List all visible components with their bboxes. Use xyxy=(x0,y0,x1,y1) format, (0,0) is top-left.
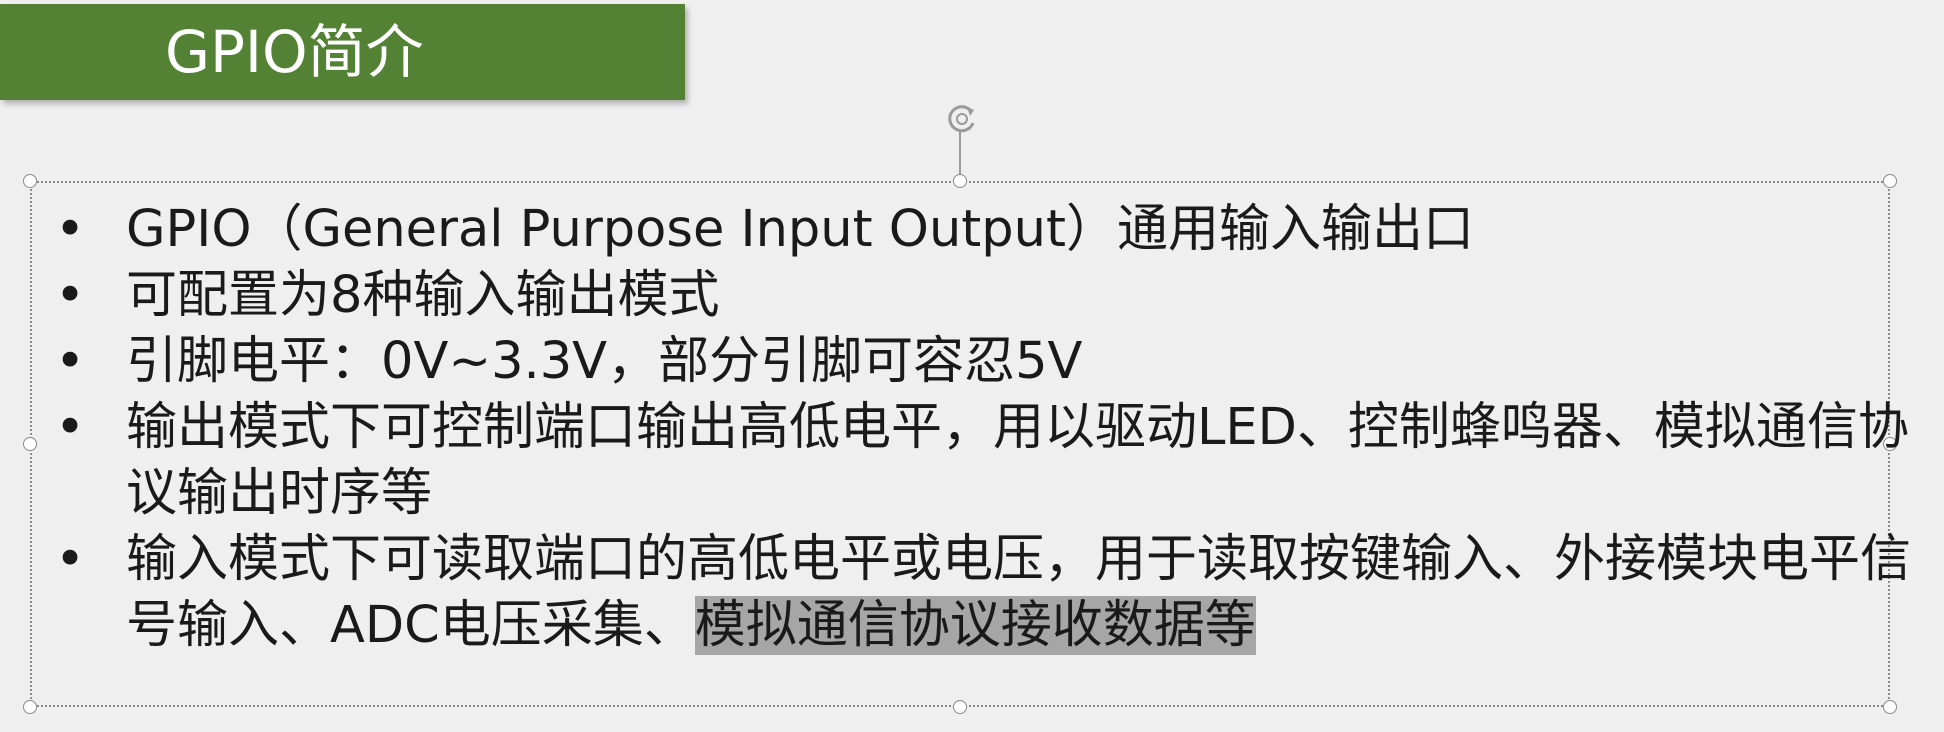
bullet-text: 引脚电平：0V~3.3V，部分引脚可容忍5V xyxy=(126,332,1083,391)
slide-canvas: GPIO简介 • GPIO（General Purpose Input Outp… xyxy=(0,0,1944,732)
bullet-item: • 引脚电平：0V~3.3V，部分引脚可容忍5V xyxy=(40,329,1916,395)
bullet-dot: • xyxy=(54,332,86,391)
bullet-item: • 输出模式下可控制端口输出高低电平，用以驱动LED、控制蜂鸣器、模拟通信协议输… xyxy=(40,395,1916,527)
resize-handle-top[interactable] xyxy=(953,174,967,188)
bullet-list[interactable]: • GPIO（General Purpose Input Output）通用输入… xyxy=(40,197,1911,659)
resize-handle-top-right[interactable] xyxy=(1883,174,1897,188)
bullet-text: 输出模式下可控制端口输出高低电平，用以驱动LED、控制蜂鸣器、模拟通信协议输出时… xyxy=(126,398,1909,523)
resize-handle-bottom-right[interactable] xyxy=(1883,700,1897,714)
bullet-item: • 可配置为8种输入输出模式 xyxy=(40,263,1916,329)
title-banner[interactable]: GPIO简介 xyxy=(0,4,685,100)
bullet-text: 可配置为8种输入输出模式 xyxy=(126,266,720,325)
resize-handle-bottom-left[interactable] xyxy=(23,700,37,714)
resize-handle-bottom[interactable] xyxy=(953,700,967,714)
resize-handle-top-left[interactable] xyxy=(23,174,37,188)
bullet-dot: • xyxy=(54,398,86,457)
bullet-text: GPIO（General Purpose Input Output）通用输入输出… xyxy=(126,200,1474,259)
bullet-item: • GPIO（General Purpose Input Output）通用输入… xyxy=(40,197,1916,263)
bullet-item: • 输入模式下可读取端口的高低电平或电压，用于读取按键输入、外接模块电平信号输入… xyxy=(40,527,1916,659)
selected-text-highlight[interactable]: 模拟通信协议接收数据等 xyxy=(694,596,1256,655)
bullet-dot: • xyxy=(54,200,86,259)
rotate-icon[interactable] xyxy=(942,99,982,139)
resize-handle-left[interactable] xyxy=(23,437,37,451)
bullet-dot: • xyxy=(54,530,86,589)
bullet-dot: • xyxy=(54,266,86,325)
slide-title: GPIO简介 xyxy=(165,18,424,86)
